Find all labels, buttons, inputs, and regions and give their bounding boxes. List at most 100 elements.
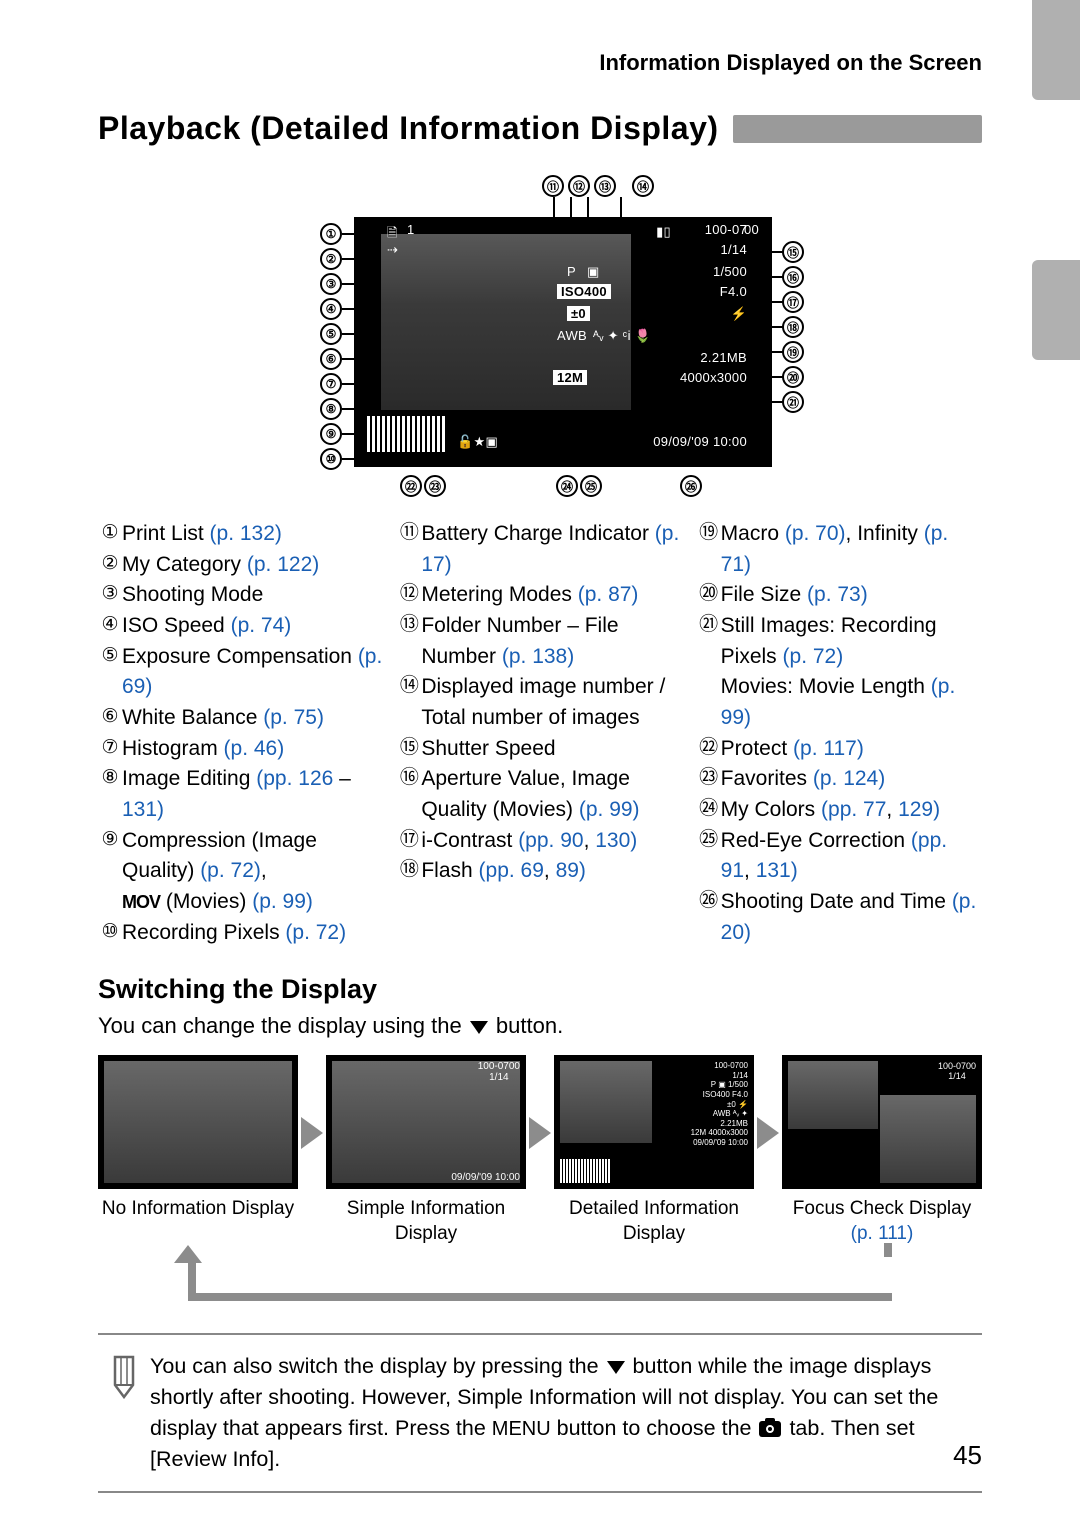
callout-8: ⑧ [320,398,342,420]
note-text: You can also switch the display by press… [150,1351,972,1476]
page-link[interactable]: (p. 70) [785,522,846,545]
page-link[interactable]: (p. 20) [721,890,977,944]
page-link[interactable]: (p. 17) [421,522,679,576]
legend-text: White Balance (p. 75) [122,703,383,734]
legend-item: ⑦Histogram (p. 46) [98,734,383,765]
mode-focus-check: 100-07001/14 Focus Check Display (p. 111… [782,1055,982,1246]
lcd-screen: 🗎 1 ▮▯ 100-07 00 ⇢ 1/14 P ▣ 1/500 ISO400… [354,217,772,467]
note-box: You can also switch the display by press… [98,1333,982,1494]
page-link[interactable]: (p. 72) [200,859,261,882]
page-link[interactable]: (p. 132) [210,522,282,545]
page-link[interactable]: (p. 46) [224,737,285,760]
page-link[interactable]: (p. 99) [721,675,956,729]
mode-simple-label: Simple Information Display [326,1197,526,1246]
legend-number: ⑫ [397,580,421,608]
page-link[interactable]: (pp. 77 [821,798,886,821]
callout-23: ㉓ [424,475,446,497]
folder-file: 100-07 [705,222,747,237]
page-link[interactable]: (pp. 69 [479,859,544,882]
legend-item: ⑫Metering Modes (p. 87) [397,580,682,611]
pixels: 4000x3000 [680,370,747,385]
page-link[interactable]: (p. 138) [502,645,574,668]
menu-text: MENU [492,1418,551,1440]
mode-no-info: No Information Display [98,1055,298,1222]
print-count: 1 [407,222,415,237]
legend-text: Exposure Compensation (p. 69) [122,642,383,703]
legend-text: Recording Pixels (p. 72) [122,918,383,949]
page-link[interactable]: (p. 124) [813,767,885,790]
legend-item: ④ISO Speed (p. 74) [98,611,383,642]
legend-item: ⑨Compression (Image Quality) (p. 72), MO… [98,826,383,918]
legend-number: ① [98,519,122,547]
page-link[interactable]: 129) [898,798,940,821]
callout-22: ㉒ [400,475,422,497]
legend-text: Image Editing (pp. 126 – 131) [122,764,383,825]
legend-text: ISO Speed (p. 74) [122,611,383,642]
page-link[interactable]: (pp. 90 [518,829,583,852]
legend-col-2: ⑪Battery Charge Indicator (p. 17)⑫Meteri… [397,519,682,948]
legend-item: ⑧Image Editing (pp. 126 – 131) [98,764,383,825]
legend-number: ⑦ [98,734,122,762]
legend-text: Battery Charge Indicator (p. 17) [421,519,682,580]
ev-value: ±0 [567,306,590,321]
callout-14: ⑭ [632,175,654,197]
legend-item: ⑩Recording Pixels (p. 72) [98,918,383,949]
legend-item: ⑭Displayed image number / Total number o… [397,672,682,733]
legend-text: i-Contrast (pp. 90, 130) [421,826,682,857]
mode-simple: 100-07001/1409/09/'09 10:00 Simple Infor… [326,1055,526,1246]
callout-15: ⑮ [782,241,804,263]
page-link[interactable]: (p. 75) [263,706,324,729]
legend-item: ⑳File Size (p. 73) [697,580,982,611]
page-link[interactable]: (p. 122) [247,553,319,576]
callout-20: ⑳ [782,366,804,388]
page-link[interactable]: 130) [595,829,637,852]
pencil-icon [98,1351,150,1399]
switch-intro: You can change the display using the but… [98,1013,982,1039]
mode-focus-link[interactable]: (p. 111) [851,1223,914,1244]
page-link[interactable]: (p. 74) [231,614,292,637]
metering-icon: ▣ [587,264,600,280]
callout-9: ⑨ [320,423,342,445]
page-link[interactable]: (p. 72) [285,921,346,944]
callout-7: ⑦ [320,373,342,395]
page-link[interactable]: (p. 73) [807,583,868,606]
page-link[interactable]: (pp. 91 [721,829,947,883]
legend-item: ③Shooting Mode [98,580,383,611]
callout-24: ㉔ [556,475,578,497]
legend-number: ⑪ [397,519,421,547]
legend-number: ⑤ [98,642,122,670]
legend-item: ①Print List (p. 132) [98,519,383,550]
page-link[interactable]: (p. 99) [252,890,313,913]
page-link[interactable]: (p. 69) [122,645,382,699]
legend-number: ㉔ [697,795,721,823]
top-callouts: ⑪ ⑫ ⑬ ⑭ [542,175,654,197]
legend-text: Favorites (p. 124) [721,764,982,795]
legend-number: ⑯ [397,764,421,792]
aperture: F4.0 [720,284,747,299]
page-link[interactable]: 131) [756,859,798,882]
legend-item: ㉑Still Images: Recording Pixels (p. 72)M… [697,611,982,734]
page-link[interactable]: (p. 99) [579,798,640,821]
legend-text: Protect (p. 117) [721,734,982,765]
page-link[interactable]: (p. 87) [578,583,639,606]
legend-item: ㉔My Colors (pp. 77, 129) [697,795,982,826]
page-number: 45 [953,1440,982,1471]
manual-page: Information Displayed on the Screen Play… [0,0,1080,1521]
legend-text: Aperture Value, Image Quality (Movies) (… [421,764,682,825]
left-callouts: ① ② ③ ④ ⑤ ⑥ ⑦ ⑧ ⑨ ⑩ [320,223,342,470]
legend-text: Red-Eye Correction (pp. 91, 131) [721,826,982,887]
mode-detailed-label: Detailed Information Display [554,1197,754,1246]
camera-icon [759,1421,781,1437]
page-link[interactable]: 131) [122,798,164,821]
callout-3: ③ [320,273,342,295]
shutter-speed: 1/500 [713,264,747,279]
legend-item: ⑲Macro (p. 70), Infinity (p. 71) [697,519,982,580]
page-link[interactable]: (pp. 126 [256,767,333,790]
callout-26: ㉖ [680,475,702,497]
page-link[interactable]: (p. 72) [783,645,844,668]
callout-21: ㉑ [782,391,804,413]
page-link[interactable]: 89) [556,859,586,882]
legend-number: ⑩ [98,918,122,946]
callout-2: ② [320,248,342,270]
page-link[interactable]: (p. 117) [793,737,864,760]
